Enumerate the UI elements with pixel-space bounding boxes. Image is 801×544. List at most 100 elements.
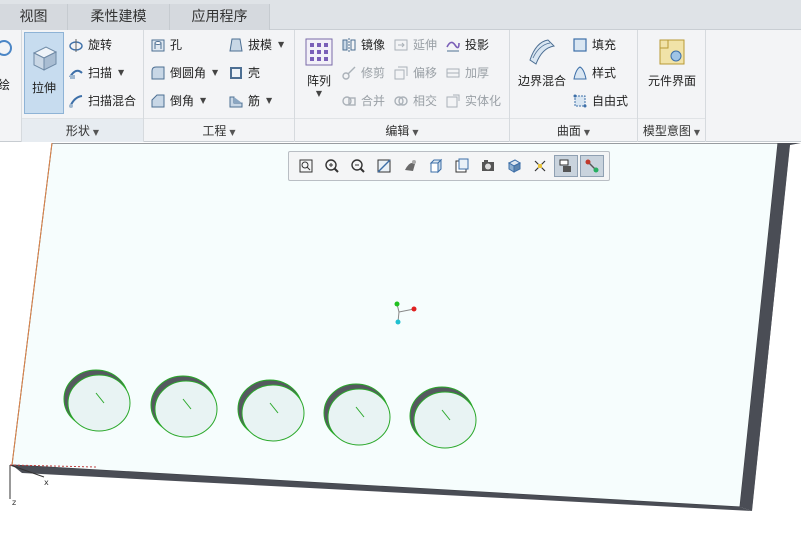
shape-group-label-text: 形状	[65, 124, 90, 138]
freestyle-icon	[573, 94, 587, 108]
sketch-group-partial: 绘	[0, 30, 22, 142]
svg-text:x: x	[44, 478, 49, 487]
graphics-window[interactable]: z x	[0, 143, 801, 544]
round-dropdown-icon[interactable]: ▼	[212, 62, 218, 84]
sweep-label: 扫描	[88, 66, 113, 80]
revolve-button[interactable]: 旋转	[68, 34, 112, 56]
solidify-button[interactable]: 实体化	[445, 90, 501, 112]
chevron-down-icon: ▼	[412, 128, 419, 137]
tab-flexible-modeling[interactable]: 柔性建模	[68, 4, 170, 30]
offset-button[interactable]: 偏移	[393, 62, 437, 84]
merge-button[interactable]: 合并	[341, 90, 385, 112]
draft-label: 拔模	[248, 38, 273, 52]
mirror-button[interactable]: 镜像	[341, 34, 385, 56]
svg-text:z: z	[12, 498, 16, 507]
component-interface-button[interactable]: 元件界面	[640, 36, 704, 114]
style-label: 样式	[592, 66, 617, 80]
surfaces-group-label-text: 曲面	[556, 124, 581, 138]
pattern-dropdown-icon[interactable]: ▼	[299, 89, 339, 98]
intersect-button[interactable]: 相交	[393, 90, 437, 112]
solidify-label: 实体化	[465, 94, 502, 108]
editing-group-label-text: 编辑	[385, 124, 410, 138]
rib-dropdown-icon[interactable]: ▼	[266, 90, 272, 112]
extrude-label: 拉伸	[31, 81, 56, 95]
chevron-down-icon: ▼	[693, 128, 701, 137]
extrude-icon	[32, 46, 58, 71]
freestyle-button[interactable]: 自由式	[572, 90, 628, 112]
project-button[interactable]: 投影	[445, 34, 489, 56]
freestyle-label: 自由式	[592, 94, 629, 108]
intersect-icon	[394, 96, 408, 106]
surfaces-group: 边界混合 填充 样式 自由式 曲面 ▼	[510, 30, 638, 142]
shape-group: 拉伸 旋转 扫描 ▼ 扫描混合 形状 ▼	[22, 30, 144, 142]
shell-icon	[230, 67, 242, 79]
editing-group-label[interactable]: 编辑 ▼	[295, 118, 509, 142]
shell-button[interactable]: 壳	[228, 62, 260, 84]
ribbon: 绘 拉伸 旋转 扫描 ▼ 扫描混合 形状▼	[0, 30, 801, 142]
extend-button[interactable]: 延伸	[393, 34, 437, 56]
chevron-down-icon: ▼	[583, 128, 591, 137]
boundary-blend-button[interactable]: 边界混合	[514, 36, 570, 114]
revolve-label: 旋转	[88, 38, 113, 52]
sketch-icon	[0, 40, 12, 56]
round-icon	[151, 66, 165, 80]
sketch-button-label[interactable]: 绘	[0, 76, 10, 93]
refit-icon[interactable]	[294, 155, 318, 177]
plate-top-face	[11, 143, 779, 508]
boundary-blend-label: 边界混合	[517, 74, 566, 88]
view-manager-icon[interactable]	[450, 155, 474, 177]
engineering-group-label-text: 工程	[202, 124, 227, 138]
section-icon[interactable]	[502, 155, 526, 177]
project-icon	[446, 41, 460, 52]
draft-dropdown-icon[interactable]: ▼	[278, 34, 284, 56]
hole-icon	[151, 39, 165, 52]
model-intent-group: 元件界面 模型意图 ▼	[638, 30, 706, 142]
ribbon-tab-bar: 视图 柔性建模 应用程序	[0, 0, 801, 30]
style-icon	[573, 66, 587, 80]
shape-group-label[interactable]: 形状 ▼	[22, 118, 143, 142]
zoom-in-icon[interactable]	[320, 155, 344, 177]
thicken-button[interactable]: 加厚	[445, 62, 489, 84]
repaint-icon[interactable]	[372, 155, 396, 177]
model-intent-group-label[interactable]: 模型意图 ▼	[638, 118, 705, 142]
display-style-icon[interactable]	[398, 155, 422, 177]
rib-button[interactable]: 筋 ▼	[228, 90, 272, 112]
project-label: 投影	[465, 38, 490, 52]
pattern-button[interactable]: 阵列 ▼	[299, 36, 339, 114]
style-button[interactable]: 样式	[572, 62, 616, 84]
offset-icon	[394, 66, 408, 80]
perspective-icon[interactable]	[476, 155, 500, 177]
tab-view[interactable]: 视图	[0, 4, 68, 30]
hole-label: 孔	[170, 38, 183, 52]
mirror-label: 镜像	[361, 38, 386, 52]
zoom-out-icon[interactable]	[346, 155, 370, 177]
extend-label: 延伸	[413, 38, 438, 52]
sweep-dropdown-icon[interactable]: ▼	[118, 62, 124, 84]
component-interface-label: 元件界面	[647, 74, 696, 88]
sweep-button[interactable]: 扫描 ▼	[68, 62, 124, 84]
shell-label: 壳	[248, 66, 261, 80]
extrude-button[interactable]: 拉伸	[24, 32, 64, 114]
saved-orientations-icon[interactable]	[424, 155, 448, 177]
fill-button[interactable]: 填充	[572, 34, 616, 56]
model-scene[interactable]: z x	[0, 143, 801, 544]
round-button[interactable]: 倒圆角 ▼	[150, 62, 218, 84]
mirror-icon	[342, 38, 356, 52]
datum-display-icon[interactable]	[528, 155, 552, 177]
extend-icon	[394, 39, 408, 51]
engineering-group-label[interactable]: 工程 ▼	[144, 118, 294, 142]
fill-label: 填充	[592, 38, 617, 52]
draft-button[interactable]: 拔模 ▼	[228, 34, 284, 56]
trim-button[interactable]: 修剪	[341, 62, 385, 84]
annotation-display-icon[interactable]	[554, 155, 578, 177]
hole-button[interactable]: 孔	[150, 34, 182, 56]
surfaces-group-label[interactable]: 曲面 ▼	[510, 118, 637, 142]
intersect-label: 相交	[413, 94, 438, 108]
spin-center-icon[interactable]	[580, 155, 604, 177]
model-intent-group-label-text: 模型意图	[642, 124, 691, 138]
chamfer-dropdown-icon[interactable]: ▼	[200, 90, 206, 112]
chamfer-button[interactable]: 倒角 ▼	[150, 90, 206, 112]
tab-applications[interactable]: 应用程序	[170, 4, 270, 30]
swept-blend-button[interactable]: 扫描混合	[68, 90, 136, 112]
thicken-icon	[446, 68, 460, 78]
